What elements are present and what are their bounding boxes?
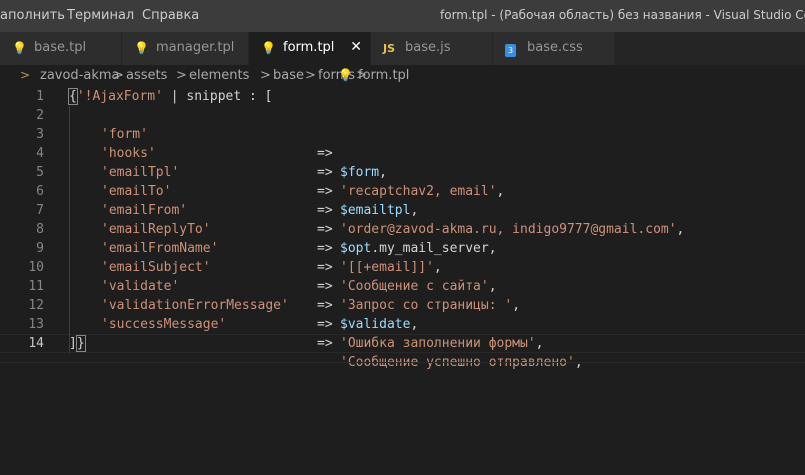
breadcrumb-item[interactable]: zavod-akma xyxy=(40,68,120,83)
code-line: 'validate' => $validate, xyxy=(0,258,805,332)
code-line: 'emailTpl' => $emailtpl, xyxy=(0,144,805,218)
code-line: 'emailReplyTo' => '[[+email]]', xyxy=(0,201,805,275)
code-arrow: => xyxy=(317,336,333,351)
code-arrow: => xyxy=(317,317,333,332)
code-string: '!AjaxForm' xyxy=(76,89,163,104)
code-line: 'hooks' => 'recaptchav2, email', xyxy=(0,125,805,199)
lightbulb-icon: 💡 xyxy=(134,41,149,55)
tab-base-css[interactable]: 3 base.css xyxy=(493,32,615,65)
title-bar: аполнить Терминал Справка form.tpl - (Ра… xyxy=(0,0,805,32)
tab-label: base.js xyxy=(405,40,451,55)
breadcrumb-item[interactable]: form.tpl xyxy=(358,68,409,83)
menu-item-terminal[interactable]: Терминал xyxy=(67,8,134,23)
code-line: 'emailSubject' => 'Запрос со страницы: '… xyxy=(0,239,805,313)
close-icon[interactable]: ✕ xyxy=(350,39,362,55)
breadcrumb: > zavod-akma > assets > elements > base … xyxy=(0,65,805,87)
window-title: form.tpl - (Рабочая область) без названи… xyxy=(440,8,805,22)
tab-bar: 💡 base.tpl 💡 manager.tpl 💡 form.tpl ✕ JS… xyxy=(0,32,805,65)
code-variable: $validate xyxy=(340,317,411,332)
code-line: {'!AjaxForm' | snippet : [ xyxy=(68,87,273,106)
breadcrumb-separator: > xyxy=(260,68,271,83)
breadcrumb-separator: > xyxy=(305,68,316,83)
code-line: 'form' => $form, xyxy=(0,106,805,180)
js-icon: JS xyxy=(383,42,396,55)
breadcrumb-separator: > xyxy=(176,68,187,83)
breadcrumb-item[interactable]: elements xyxy=(189,68,249,83)
code-line: 'successMessage' => 'Сообщение успешно о… xyxy=(0,296,805,370)
tab-form-tpl[interactable]: 💡 form.tpl ✕ xyxy=(249,32,371,65)
code-text: , xyxy=(535,336,544,351)
tab-label: base.css xyxy=(527,40,583,55)
tab-label: base.tpl xyxy=(34,40,87,55)
lightbulb-icon: 💡 xyxy=(261,41,276,55)
breadcrumb-separator: > xyxy=(113,68,124,83)
divider xyxy=(0,362,805,363)
code-line: 'emailFromName' => 'Сообщение с сайта', xyxy=(0,220,805,294)
line-number: 1 xyxy=(36,89,44,104)
menu-item-help[interactable]: Справка xyxy=(142,8,199,23)
code-text: , xyxy=(410,317,419,332)
code-line: 'emailFrom' => $opt.my_mail_server, xyxy=(0,182,805,256)
close-brace: } xyxy=(75,335,86,352)
code-editor[interactable]: 1 2 3 4 5 6 7 8 9 10 11 12 13 14 {'!Ajax… xyxy=(0,87,805,475)
tab-base-tpl[interactable]: 💡 base.tpl xyxy=(0,32,122,65)
code-key: 'successMessage' xyxy=(101,317,227,332)
code-string: 'Ошибка заполнении формы' xyxy=(340,336,536,351)
open-brace: { xyxy=(68,88,78,105)
lightbulb-icon: 💡 xyxy=(338,68,353,82)
tab-base-js[interactable]: JS base.js xyxy=(371,32,493,65)
menu-item-fill[interactable]: аполнить xyxy=(0,8,65,23)
breadcrumb-item[interactable]: base xyxy=(273,68,304,83)
breadcrumb-item[interactable]: assets xyxy=(126,68,167,83)
code-text: | snippet : [ xyxy=(162,89,273,104)
code-line: ]} xyxy=(69,334,86,353)
close-bracket: ] xyxy=(69,336,77,351)
tab-label: manager.tpl xyxy=(156,40,235,55)
chevron-right-icon: > xyxy=(20,68,31,82)
css-icon: 3 xyxy=(505,42,516,57)
code-line: 'emailTo' => 'order@zavod-akma.ru, indig… xyxy=(0,163,805,237)
tab-label: form.tpl xyxy=(283,40,335,55)
lightbulb-icon: 💡 xyxy=(12,41,27,55)
tab-manager-tpl[interactable]: 💡 manager.tpl xyxy=(122,32,249,65)
code-line: 'validationErrorMessage' => 'Ошибка запо… xyxy=(0,277,805,351)
